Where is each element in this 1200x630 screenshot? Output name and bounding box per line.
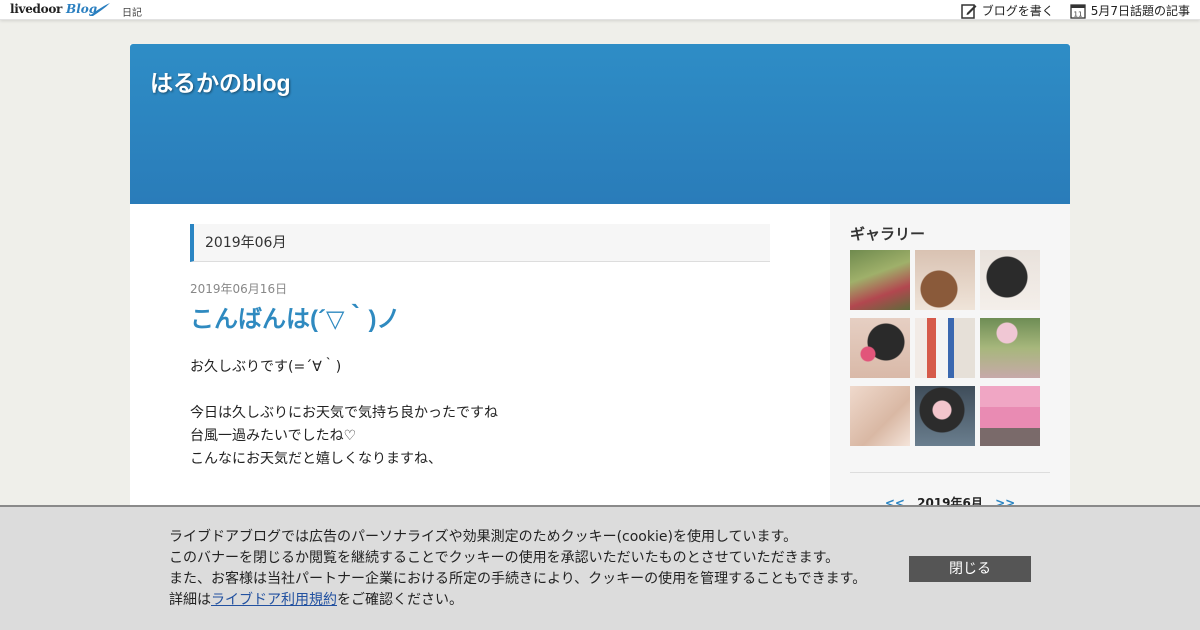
- top-right-links: ブログを書く 11 5月7日話題の記事: [945, 2, 1190, 19]
- gallery-title: ギャラリー: [850, 225, 926, 243]
- livedoor-blog-logo[interactable]: livedoor Blog: [10, 2, 110, 18]
- top-bar: livedoor Blog 日記 ブログを書く 11 5月7日話題の記事: [0, 0, 1200, 20]
- post-body: お久しぶりです(=´∀｀) 今日は久しぶりにお天気で気持ち良かったですね 台風一…: [190, 356, 770, 471]
- pencil-edit-icon: [960, 3, 977, 19]
- terms-link[interactable]: ライブドア利用規約: [211, 592, 337, 608]
- gallery-thumb[interactable]: [850, 318, 910, 378]
- gallery-thumb[interactable]: [915, 318, 975, 378]
- cookie-text: ライブドアブログでは広告のパーソナライズや効果測定のためクッキー(cookie)…: [169, 527, 866, 611]
- post-date: 2019年06月16日: [190, 282, 288, 296]
- post-line: 今日は久しぶりにお天気で気持ち良かったですね: [190, 405, 498, 421]
- gallery-thumb[interactable]: [915, 386, 975, 446]
- post-line: こんなにお天気だと嬉しくなりますね、: [190, 451, 442, 467]
- post-title[interactable]: こんばんは(´▽｀)ノ: [190, 299, 770, 334]
- gallery-thumb[interactable]: [980, 386, 1040, 446]
- month-heading: 2019年06月: [190, 224, 770, 262]
- write-blog-link[interactable]: ブログを書く: [960, 2, 1054, 19]
- logo-text: livedoor: [10, 2, 63, 16]
- gallery-thumb[interactable]: [980, 318, 1040, 378]
- post-line: お久しぶりです(=´∀｀): [190, 359, 342, 375]
- blog-title[interactable]: はるかのblog: [150, 64, 291, 98]
- calendar-icon: 11: [1070, 3, 1086, 19]
- topic-articles-label: 5月7日話題の記事: [1090, 4, 1190, 18]
- cookie-line: このバナーを閉じるか閲覧を継続することでクッキーの使用を承認いただいたものとさせ…: [169, 550, 840, 566]
- cookie-line: また、お客様は当社パートナー企業における所定の手続きにより、クッキーの使用を管理…: [169, 571, 867, 587]
- topic-articles-link[interactable]: 11 5月7日話題の記事: [1070, 2, 1190, 19]
- main-content: 2019年06月 2019年06月16日 こんばんは(´▽｀)ノ お久しぶりです…: [190, 224, 770, 471]
- gallery-thumb[interactable]: [850, 250, 910, 310]
- logo-wing-icon: [89, 3, 110, 16]
- svg-text:11: 11: [1073, 10, 1082, 18]
- blog-header: はるかのblog: [130, 44, 1070, 204]
- sidebar-divider: [850, 472, 1050, 473]
- cookie-line: ライブドアブログでは広告のパーソナライズや効果測定のためクッキー(cookie)…: [169, 529, 798, 545]
- cookie-banner: ライブドアブログでは広告のパーソナライズや効果測定のためクッキー(cookie)…: [0, 505, 1200, 630]
- post-line: 台風一過みたいでしたね♡: [190, 428, 357, 444]
- cookie-line-suffix: をご確認ください。: [337, 592, 463, 608]
- gallery-thumb[interactable]: [850, 386, 910, 446]
- cookie-line: 詳細はライブドア利用規約をご確認ください。: [169, 590, 866, 611]
- diary-link[interactable]: 日記: [122, 4, 142, 19]
- gallery-thumb[interactable]: [915, 250, 975, 310]
- close-banner-button[interactable]: 閉じる: [909, 556, 1031, 582]
- cookie-line-prefix: 詳細は: [169, 592, 211, 608]
- write-blog-label: ブログを書く: [981, 4, 1054, 18]
- post-line: [190, 379, 770, 402]
- gallery-thumb[interactable]: [980, 250, 1040, 310]
- gallery-grid: [850, 250, 1050, 446]
